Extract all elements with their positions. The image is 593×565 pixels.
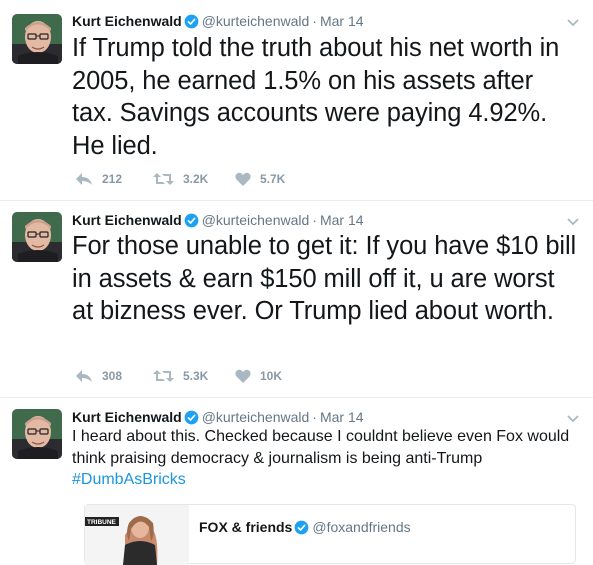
avatar-image <box>12 14 62 64</box>
author-handle[interactable]: @kurteichenwald <box>202 13 310 29</box>
like-icon <box>235 172 251 186</box>
author-handle[interactable]: @kurteichenwald <box>202 212 310 228</box>
author-handle[interactable]: @kurteichenwald <box>202 409 310 425</box>
like-icon <box>235 369 251 383</box>
thumbnail-logo-text: TRIBUNE <box>87 519 117 526</box>
timestamp[interactable]: Mar 14 <box>320 409 364 425</box>
chevron-down-icon[interactable] <box>567 213 579 231</box>
retweet-icon <box>153 173 174 185</box>
verified-badge-icon <box>184 14 199 33</box>
author-name[interactable]: Kurt Eichenwald <box>72 212 182 228</box>
like-button[interactable]: 5.7K <box>235 172 285 186</box>
tweet-body: I heard about this. Checked because I co… <box>72 428 570 467</box>
tweet-text: For those unable to get it: If you have … <box>72 232 577 325</box>
reply-button[interactable]: 212 <box>75 172 122 186</box>
separator: · <box>312 212 317 228</box>
quoted-tweet-thumbnail[interactable]: TRIBUNE <box>85 505 189 565</box>
tweet[interactable]: Kurt Eichenwald @kurteichenwald · Mar 14 If… <box>0 0 593 201</box>
hashtag-link[interactable]: #DumbAsBricks <box>72 471 186 488</box>
tweet-text: I heard about this. Checked because I co… <box>72 426 579 491</box>
like-count: 10K <box>260 369 283 383</box>
timestamp[interactable]: Mar 14 <box>320 13 364 29</box>
reply-count: 308 <box>102 369 123 383</box>
thumbnail-image: TRIBUNE <box>85 505 189 565</box>
retweet-count: 5.3K <box>183 369 209 383</box>
quoted-author-name[interactable]: FOX & friends <box>199 519 292 535</box>
avatar[interactable] <box>12 212 62 262</box>
timestamp[interactable]: Mar 14 <box>320 212 364 228</box>
quoted-tweet-card[interactable]: TRIBUNE FOX & friends @foxandfriends <box>84 504 576 565</box>
avatar[interactable] <box>12 409 62 459</box>
retweet-count: 3.2K <box>183 172 209 186</box>
tweet[interactable]: Kurt Eichenwald @kurteichenwald · Mar 14 Fo… <box>0 201 593 398</box>
separator: · <box>312 13 317 29</box>
reply-button[interactable]: 308 <box>75 369 122 383</box>
author-name[interactable]: Kurt Eichenwald <box>72 13 182 29</box>
tweet-header: Kurt Eichenwald @kurteichenwald · Mar 14 <box>72 12 553 33</box>
separator: · <box>312 409 317 425</box>
avatar[interactable] <box>12 14 62 64</box>
tweet-text: If Trump told the truth about his net wo… <box>72 34 560 160</box>
retweet-button[interactable]: 3.2K <box>153 172 208 186</box>
like-button[interactable]: 10K <box>235 369 282 383</box>
reply-icon <box>76 370 92 382</box>
verified-badge-icon <box>294 520 309 539</box>
reply-count: 212 <box>102 172 123 186</box>
chevron-down-icon[interactable] <box>567 14 579 32</box>
retweet-icon <box>153 370 174 382</box>
quoted-author-handle[interactable]: @foxandfriends <box>312 519 410 535</box>
quoted-tweet-header: FOX & friends @foxandfriends <box>199 518 411 539</box>
author-name[interactable]: Kurt Eichenwald <box>72 409 182 425</box>
reply-icon <box>76 173 92 185</box>
avatar-image <box>12 212 62 262</box>
avatar-image <box>12 409 62 459</box>
retweet-button[interactable]: 5.3K <box>153 369 208 383</box>
tweet-header: Kurt Eichenwald @kurteichenwald · Mar 14 <box>72 211 553 232</box>
like-count: 5.7K <box>260 172 286 186</box>
